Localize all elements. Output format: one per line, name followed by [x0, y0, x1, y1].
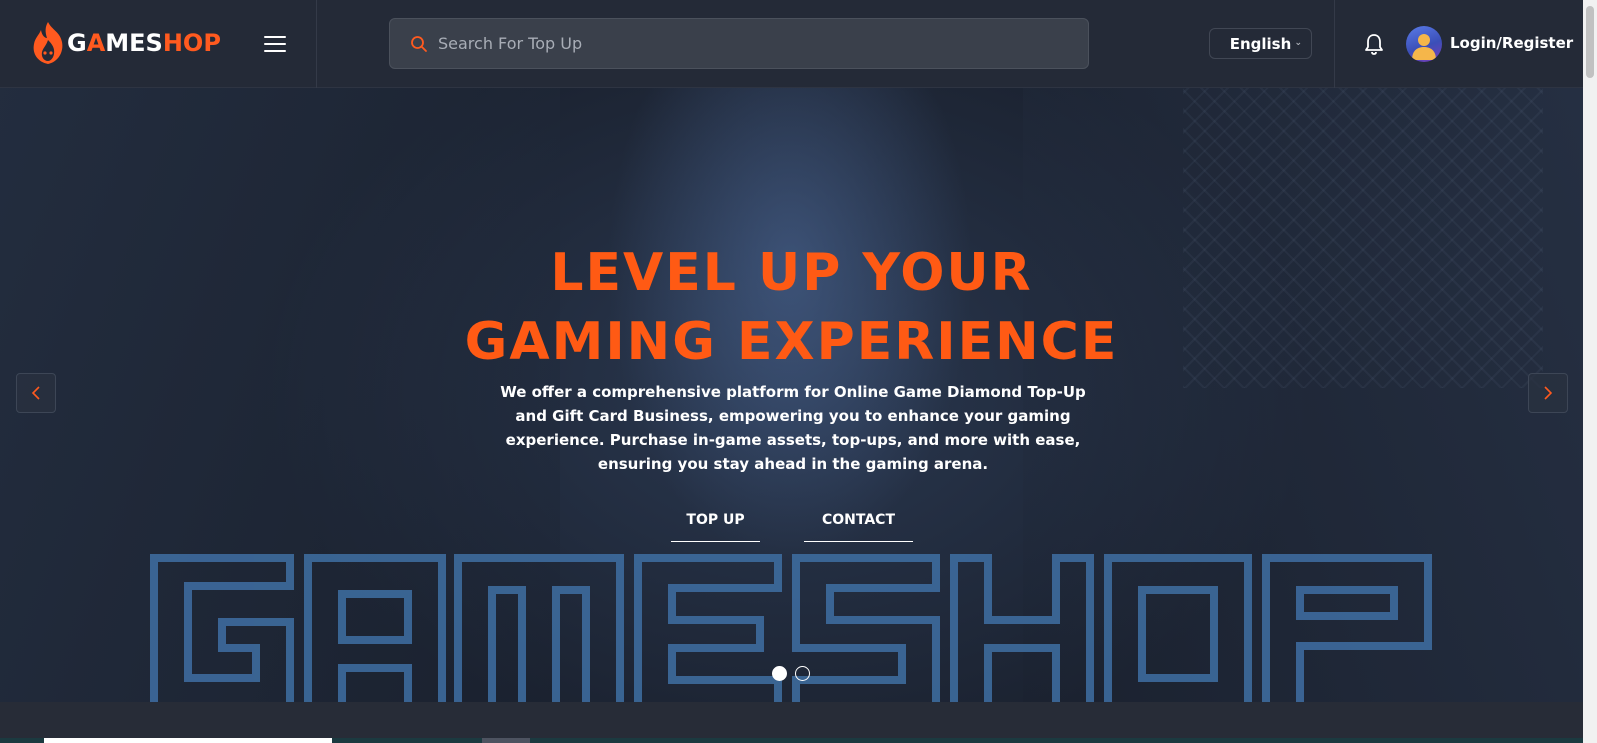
slider-dot-2[interactable]	[795, 666, 810, 681]
logo-text-mes: MES	[105, 29, 163, 57]
search-bar[interactable]	[389, 18, 1089, 69]
hero-description: We offer a comprehensive platform for On…	[500, 383, 1086, 473]
hero-title-line2: GAMING EXPERIENCE	[464, 312, 1119, 372]
chevron-left-icon	[31, 386, 40, 400]
user-avatar-icon[interactable]	[1406, 26, 1442, 62]
page-scrollbar[interactable]	[1583, 0, 1597, 743]
gameshop-logo[interactable]: G A MES HOP	[30, 20, 221, 66]
hero-title-line1: LEVEL UP YOUR	[550, 243, 1033, 303]
bell-icon[interactable]	[1364, 33, 1384, 55]
logo-text-a: A	[86, 29, 106, 57]
search-icon	[411, 35, 427, 52]
search-input[interactable]	[438, 34, 1058, 53]
top-up-button[interactable]: TOP UP	[671, 512, 760, 542]
language-select[interactable]: English ⌄	[1209, 28, 1312, 59]
slider-prev-button[interactable]	[16, 373, 56, 413]
flame-logo-icon	[33, 22, 63, 64]
top-header: G A MES HOP English ⌄ Login/Register	[0, 0, 1583, 88]
bottom-strip-tab	[482, 738, 530, 743]
logo-wordmark: G A MES HOP	[67, 29, 221, 57]
contact-button[interactable]: CONTACT	[804, 512, 913, 542]
hero-slider: LEVEL UP YOUR GAMING EXPERIENCE We offer…	[0, 88, 1583, 702]
logo-text-hop: HOP	[162, 29, 221, 57]
slider-pagination	[772, 666, 810, 681]
bottom-strip-tab	[44, 738, 332, 743]
header-divider	[316, 0, 317, 88]
chevron-down-icon: ⌄	[1294, 38, 1302, 48]
user-silhouette-icon	[1412, 34, 1436, 60]
header-divider	[1334, 0, 1335, 88]
language-label: English	[1229, 34, 1292, 53]
hamburger-icon[interactable]	[262, 34, 288, 54]
scrollbar-thumb[interactable]	[1586, 6, 1594, 78]
chevron-right-icon	[1544, 386, 1553, 400]
logo-text-g: G	[67, 29, 87, 57]
content-section	[0, 702, 1583, 743]
slider-next-button[interactable]	[1528, 373, 1568, 413]
slider-dot-1[interactable]	[772, 666, 787, 681]
login-register-link[interactable]: Login/Register	[1450, 34, 1573, 52]
